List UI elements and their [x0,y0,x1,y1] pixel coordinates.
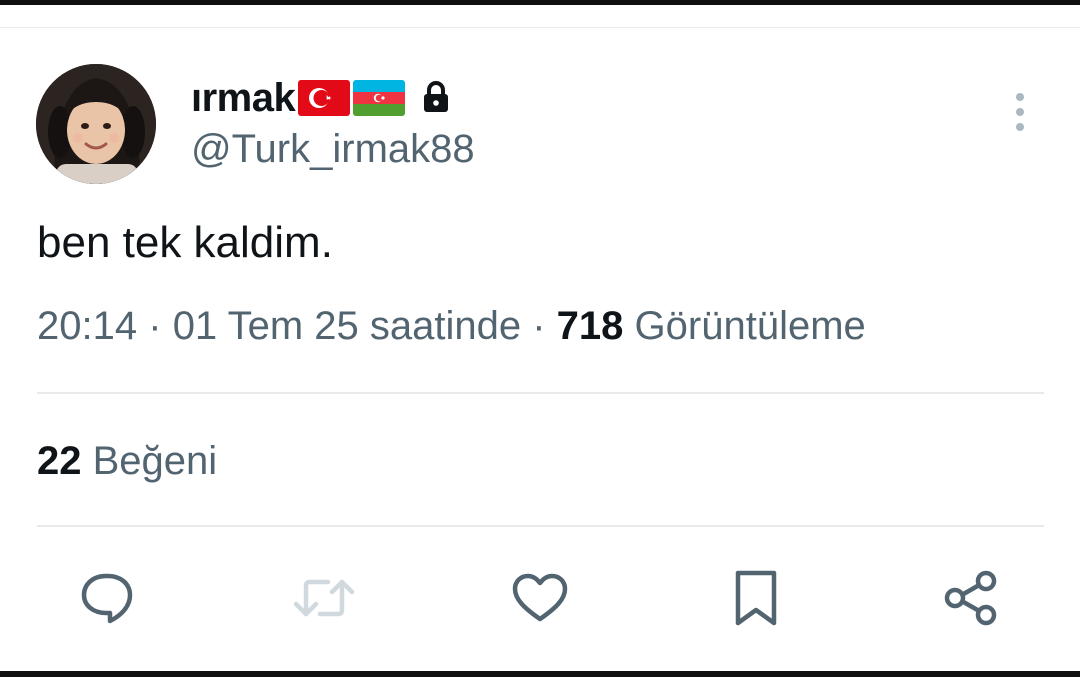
avatar[interactable] [36,64,156,184]
tweet-metadata: 20:14 · 01 Tem 25 saatinde · 718 Görüntü… [37,304,866,349]
likes-label: Beğeni [92,439,218,483]
tweet-date[interactable]: 01 Tem 25 saatinde [173,304,521,348]
author-name-row[interactable]: ırmak [191,72,451,124]
header-divider [0,27,1080,28]
likes-summary[interactable]: 22 Beğeni [37,439,217,484]
views-label: Görüntüleme [634,304,866,348]
separator-dot: · [532,304,546,348]
lock-icon [421,80,451,116]
retweet-button[interactable] [292,568,356,633]
divider [37,525,1044,527]
bookmark-icon [726,568,786,633]
retweet-icon [292,568,356,633]
more-vertical-icon[interactable] [1002,88,1038,136]
tweet-time[interactable]: 20:14 [37,304,137,348]
share-icon [941,568,1001,633]
comment-icon [78,568,138,633]
top-edge-bar [0,0,1080,5]
separator-dot: · [148,304,162,348]
views-count: 718 [556,304,624,348]
heart-icon [510,568,570,633]
turkey-flag-icon [298,80,351,116]
divider [37,392,1044,394]
reply-button[interactable] [78,570,138,630]
bottom-edge-bar [0,671,1080,677]
bookmark-button[interactable] [726,570,786,630]
tweet-text: ben tek kaldim. [37,218,333,267]
share-button[interactable] [941,570,1001,630]
like-button[interactable] [510,570,570,630]
likes-count: 22 [37,439,82,483]
tweet-detail-page: ırmak @Turk_irmak88 ben tek kaldim. 20:1… [0,0,1080,677]
author-handle[interactable]: @Turk_irmak88 [191,127,475,172]
azerbaijan-flag-icon [353,80,406,116]
author-display-name[interactable]: ırmak [191,76,296,121]
